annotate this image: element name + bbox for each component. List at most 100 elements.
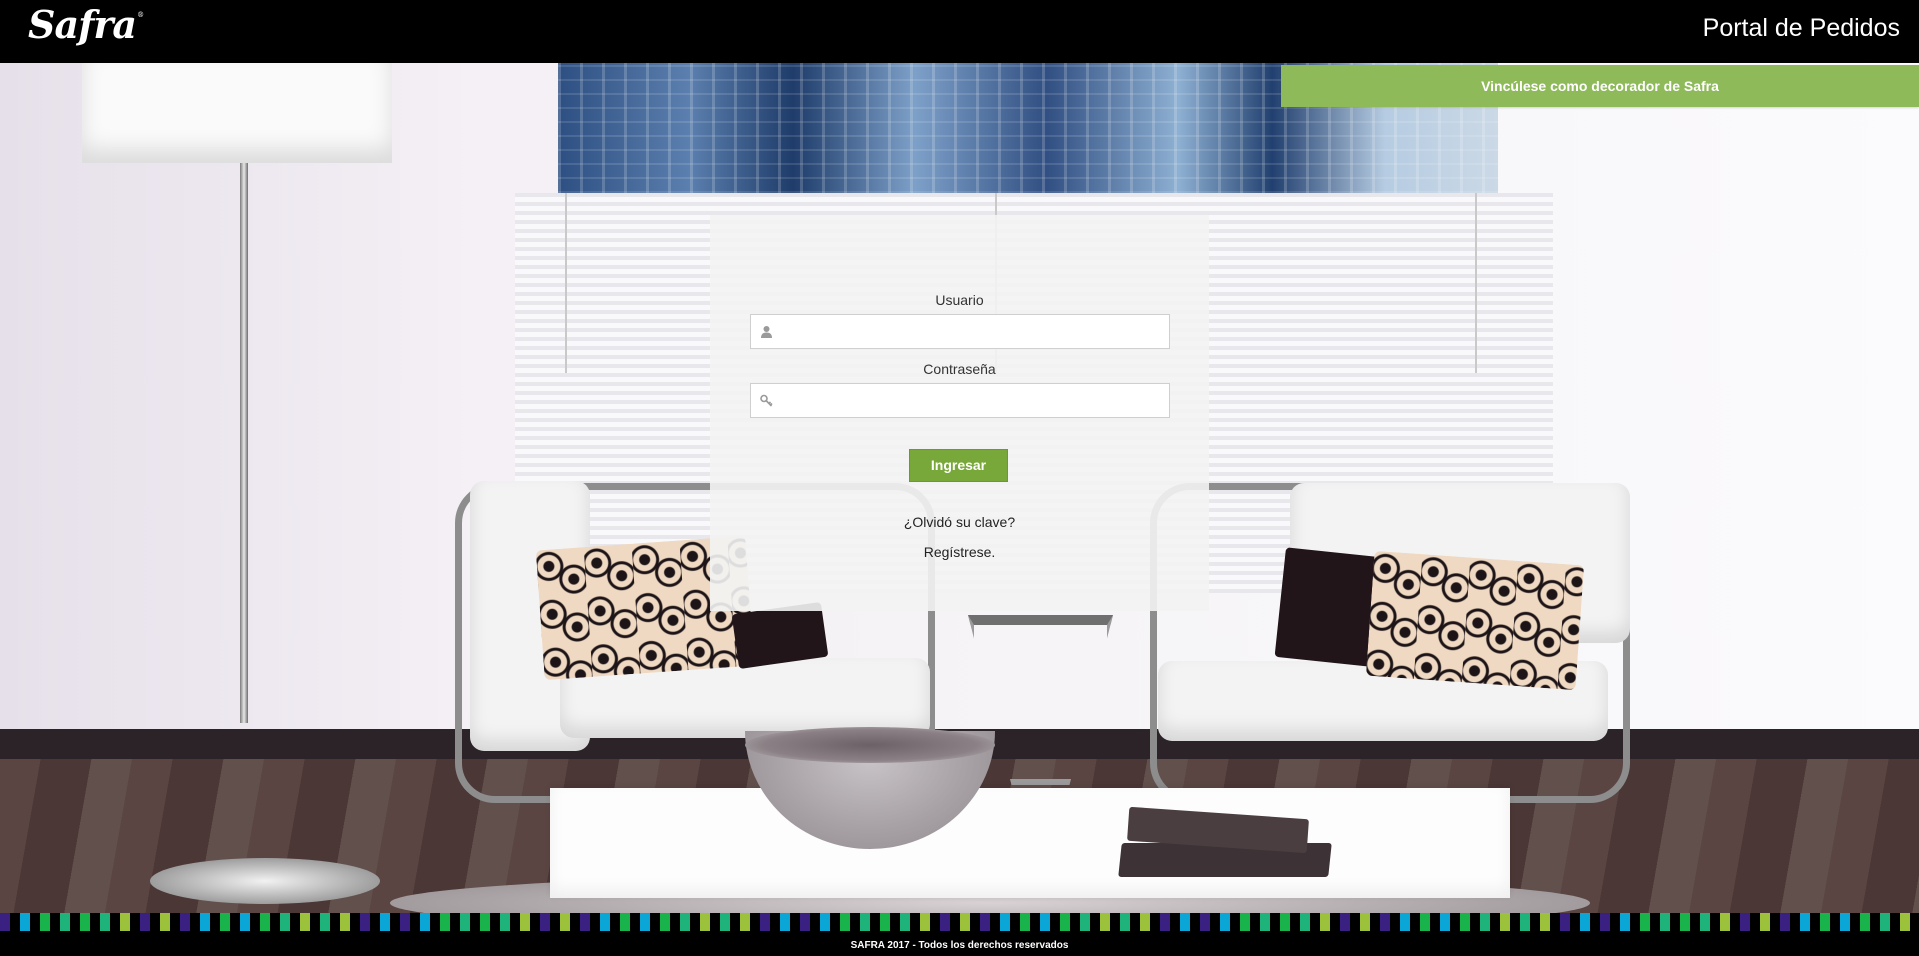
color-strip-segment (1460, 913, 1470, 931)
password-field[interactable] (750, 383, 1170, 418)
logo-text: Safra (28, 2, 137, 47)
color-strip-segment (1360, 913, 1370, 931)
footer: SAFRA 2017 - Todos los derechos reservad… (0, 931, 1919, 956)
color-strip-segment (1240, 913, 1250, 931)
color-strip-segment (1880, 913, 1890, 931)
color-strip-segment (860, 913, 870, 931)
color-strip-segment (260, 913, 270, 931)
color-strip-segment (1840, 913, 1850, 931)
color-strip-segment (1700, 913, 1710, 931)
color-strip-segment (420, 913, 430, 931)
color-strip-segment (520, 913, 530, 931)
color-strip-segment (1640, 913, 1650, 931)
color-strip-segment (700, 913, 710, 931)
floor-lamp-base (150, 858, 380, 904)
login-card: Usuario Contraseña Ingresar ¿Olvidó su c… (710, 215, 1209, 611)
color-strip-segment (240, 913, 250, 931)
color-strip-segment (100, 913, 110, 931)
color-strip-segment (1420, 913, 1430, 931)
color-strip-segment (20, 913, 30, 931)
color-strip-segment (1100, 913, 1110, 931)
color-strip-segment (460, 913, 470, 931)
username-input[interactable] (779, 315, 1164, 348)
color-strip-segment (780, 913, 790, 931)
color-strip-segment (200, 913, 210, 931)
color-strip-segment (40, 913, 50, 931)
color-strip-segment (1320, 913, 1330, 931)
color-strip-segment (400, 913, 410, 931)
color-strip-segment (900, 913, 910, 931)
decorative-color-strip (0, 913, 1919, 931)
username-field[interactable] (750, 314, 1170, 349)
floor-lamp-shade (82, 63, 392, 163)
color-strip-segment (580, 913, 590, 931)
color-strip-segment (1120, 913, 1130, 931)
color-strip-segment (1660, 913, 1670, 931)
color-strip-segment (1220, 913, 1230, 931)
color-strip-segment (1560, 913, 1570, 931)
color-strip-segment (600, 913, 610, 931)
color-strip-segment (1600, 913, 1610, 931)
color-strip-segment (1760, 913, 1770, 931)
color-strip-segment (1860, 913, 1870, 931)
color-strip-segment (1800, 913, 1810, 931)
color-strip-segment (1500, 913, 1510, 931)
color-strip-segment (1040, 913, 1050, 931)
color-strip-segment (1440, 913, 1450, 931)
password-input[interactable] (779, 384, 1164, 417)
color-strip-segment (1520, 913, 1530, 931)
color-strip-segment (560, 913, 570, 931)
top-header: Safra ® Portal de Pedidos (0, 0, 1919, 63)
color-strip-segment (1400, 913, 1410, 931)
color-strip-segment (80, 913, 90, 931)
register-link[interactable]: Regístrese. (710, 544, 1209, 560)
color-strip-segment (1000, 913, 1010, 931)
color-strip-segment (280, 913, 290, 931)
color-strip-segment (1380, 913, 1390, 931)
color-strip-segment (1180, 913, 1190, 931)
color-strip-segment (1140, 913, 1150, 931)
floor-lamp-pole (240, 163, 248, 723)
color-strip-segment (1260, 913, 1270, 931)
color-strip-segment (960, 913, 970, 931)
color-strip-segment (840, 913, 850, 931)
forgot-password-link[interactable]: ¿Olvidó su clave? (710, 514, 1209, 530)
become-decorator-banner[interactable]: Vincúlese como decorador de Safra (1281, 65, 1919, 107)
color-strip-segment (640, 913, 650, 931)
color-strip-segment (500, 913, 510, 931)
color-strip-segment (1160, 913, 1170, 931)
color-strip-segment (1340, 913, 1350, 931)
right-patterned-pillow (1365, 550, 1585, 691)
color-strip-segment (1620, 913, 1630, 931)
color-strip-segment (120, 913, 130, 931)
user-icon (761, 326, 772, 338)
color-strip-segment (740, 913, 750, 931)
color-strip-segment (220, 913, 230, 931)
color-strip-segment (760, 913, 770, 931)
color-strip-segment (340, 913, 350, 931)
login-button[interactable]: Ingresar (909, 449, 1008, 482)
color-strip-segment (1740, 913, 1750, 931)
color-strip-segment (380, 913, 390, 931)
color-strip-segment (320, 913, 330, 931)
page-title: Portal de Pedidos (1702, 14, 1900, 42)
color-strip-segment (1200, 913, 1210, 931)
color-strip-segment (540, 913, 550, 931)
color-strip-segment (1540, 913, 1550, 931)
color-strip-segment (440, 913, 450, 931)
color-strip-segment (360, 913, 370, 931)
color-strip-segment (1820, 913, 1830, 931)
safra-logo[interactable]: Safra ® (28, 6, 144, 44)
color-strip-segment (60, 913, 70, 931)
color-strip-segment (1060, 913, 1070, 931)
color-strip-segment (1480, 913, 1490, 931)
color-strip-segment (1280, 913, 1290, 931)
color-strip-segment (1020, 913, 1030, 931)
color-strip-segment (720, 913, 730, 931)
password-label: Contraseña (923, 361, 996, 377)
color-strip-segment (920, 913, 930, 931)
color-strip-segment (160, 913, 170, 931)
color-strip-segment (1900, 913, 1910, 931)
color-strip-segment (940, 913, 950, 931)
color-strip-segment (880, 913, 890, 931)
